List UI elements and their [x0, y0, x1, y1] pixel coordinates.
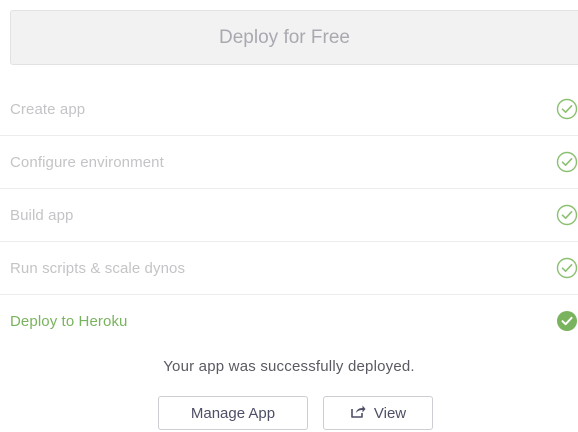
check-circle-outline-icon [556, 204, 578, 226]
step-build-app: Build app [0, 189, 578, 242]
step-create-app: Create app [0, 83, 578, 136]
check-circle-filled-icon [556, 310, 578, 332]
step-label: Configure environment [10, 154, 164, 171]
check-circle-outline-icon [556, 98, 578, 120]
step-configure-environment: Configure environment [0, 136, 578, 189]
step-label: Create app [10, 101, 86, 118]
deploy-steps-list: Create app Configure environment Build a… [0, 83, 578, 348]
step-label: Deploy to Heroku [10, 313, 128, 330]
deploy-for-free-label: Deploy for Free [219, 26, 350, 48]
step-label: Run scripts & scale dynos [10, 260, 186, 277]
step-run-scripts: Run scripts & scale dynos [0, 242, 578, 295]
check-circle-outline-icon [556, 151, 578, 173]
view-label: View [373, 404, 407, 422]
manage-app-label: Manage App [190, 404, 276, 422]
view-app-button[interactable]: View [323, 396, 433, 430]
success-message: Your app was successfully deployed. [163, 358, 415, 375]
step-label: Build app [10, 207, 74, 224]
deploy-for-free-button[interactable]: Deploy for Free [10, 10, 578, 65]
step-deploy-to-heroku: Deploy to Heroku [0, 295, 578, 348]
manage-app-button[interactable]: Manage App [158, 396, 308, 430]
check-circle-outline-icon [556, 257, 578, 279]
external-link-icon [350, 404, 366, 422]
deploy-panel: Deploy for Free Create app Configure env… [0, 0, 578, 432]
